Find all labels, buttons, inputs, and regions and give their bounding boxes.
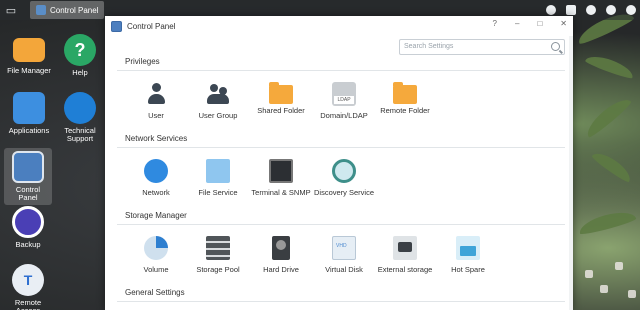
item-label: Remote Folder: [380, 106, 430, 115]
desktop-icon-control-panel[interactable]: Control Panel: [4, 148, 52, 205]
headset-icon: [64, 92, 96, 124]
desktop-icon-label: Control Panel: [15, 185, 41, 202]
section-title-network-services: Network Services: [125, 134, 188, 143]
desktop-icon-label: Remote Access: [14, 298, 42, 310]
divider: [117, 70, 565, 71]
remote-folder-icon: [393, 82, 417, 104]
item-user-group[interactable]: User Group: [182, 82, 254, 120]
item-label: Hot Spare: [451, 265, 485, 274]
taskbar-app-control-panel[interactable]: Control Panel: [30, 1, 105, 19]
search-tray-icon[interactable]: [606, 5, 616, 15]
desktop-icon-label: Backup: [15, 240, 41, 249]
search-input[interactable]: Search Settings: [399, 39, 565, 55]
vhd-badge: VHD: [336, 243, 347, 249]
file-service-icon: [206, 159, 230, 183]
shared-folder-icon: [269, 82, 293, 104]
window-scrollbar[interactable]: [569, 36, 573, 310]
desktop-icon-label: Help: [72, 68, 88, 77]
desktop-icon-help[interactable]: ? Help: [52, 34, 108, 77]
item-hot-spare[interactable]: Hot Spare: [432, 236, 504, 274]
window-controls: ? – □ ✕: [493, 19, 567, 28]
help-icon: ?: [64, 34, 96, 66]
volume-pie-icon: [144, 236, 168, 260]
help-button[interactable]: ?: [493, 19, 497, 28]
search-icon[interactable]: [551, 42, 560, 51]
user-group-icon: [206, 82, 230, 106]
desktop-icon-applications[interactable]: Applications: [1, 92, 57, 135]
divider: [117, 224, 565, 225]
hard-drive-icon: [272, 236, 290, 260]
item-hard-drive[interactable]: Hard Drive: [245, 236, 317, 274]
desktop-icon-remote-access[interactable]: T Remote Access: [0, 264, 56, 310]
search-placeholder: Search Settings: [404, 43, 454, 50]
user-icon[interactable]: [586, 5, 596, 15]
item-shared-folder[interactable]: Shared Folder: [245, 82, 317, 115]
ldap-icon: LDAP: [332, 82, 356, 106]
section-title-privileges: Privileges: [125, 57, 160, 66]
item-label: External storage: [377, 265, 433, 274]
taskbar-app-label: Control Panel: [50, 5, 99, 15]
item-remote-folder[interactable]: Remote Folder: [369, 82, 441, 115]
section-title-general-settings: General Settings: [125, 288, 185, 297]
desktop-icon-label: Applications: [8, 126, 50, 135]
hot-spare-icon: [456, 236, 480, 260]
desktop-icon-label: File Manager: [7, 66, 51, 75]
ldap-badge: LDAP: [334, 96, 354, 104]
item-storage-pool[interactable]: Storage Pool: [182, 236, 254, 274]
control-panel-mini-icon: [36, 5, 46, 15]
globe-icon: [144, 159, 168, 183]
item-terminal-snmp[interactable]: Terminal & SNMP: [245, 159, 317, 197]
section-title-storage-manager: Storage Manager: [125, 211, 187, 220]
minimize-button[interactable]: –: [515, 19, 519, 28]
terminal-icon: [269, 159, 293, 183]
item-label: File Service: [198, 188, 238, 197]
desktop-icon-label: Technical Support: [64, 126, 96, 143]
close-button[interactable]: ✕: [560, 19, 567, 28]
item-label: Shared Folder: [257, 106, 305, 115]
usb-storage-icon: [393, 236, 417, 260]
widgets-icon[interactable]: [626, 5, 636, 15]
item-external-storage[interactable]: External storage: [369, 236, 441, 274]
control-panel-icon: [111, 20, 122, 32]
item-discovery-service[interactable]: Discovery Service: [308, 159, 380, 197]
notification-icon[interactable]: [566, 5, 576, 15]
divider: [117, 301, 565, 302]
desktop-icon-file-manager[interactable]: File Manager: [1, 34, 57, 75]
item-label: User Group: [198, 111, 238, 120]
desktop-icon-backup[interactable]: Backup: [0, 206, 56, 249]
remote-access-icon: T: [12, 264, 44, 296]
show-desktop-icon[interactable]: ▭: [0, 0, 22, 20]
maximize-button[interactable]: □: [537, 19, 542, 28]
folder-icon: [13, 38, 45, 62]
divider: [117, 147, 565, 148]
item-label: Discovery Service: [313, 188, 374, 197]
chat-icon[interactable]: [546, 5, 556, 15]
window-title: Control Panel: [127, 21, 176, 31]
item-label: Terminal & SNMP: [251, 188, 311, 197]
item-label: Hard Drive: [263, 265, 299, 274]
virtual-disk-icon: VHD: [332, 236, 356, 260]
clock-icon: [12, 206, 44, 238]
gear-icon: [12, 151, 44, 183]
user-icon: [144, 82, 168, 106]
item-file-service[interactable]: File Service: [182, 159, 254, 197]
shopping-bag-icon: [13, 92, 45, 124]
magnifier-icon: [332, 159, 356, 183]
item-label: Storage Pool: [196, 265, 240, 274]
storage-pool-icon: [206, 236, 230, 260]
control-panel-window: Control Panel ? – □ ✕ Search Settings Pr…: [105, 16, 573, 310]
desktop-icon-technical-support[interactable]: Technical Support: [52, 92, 108, 143]
